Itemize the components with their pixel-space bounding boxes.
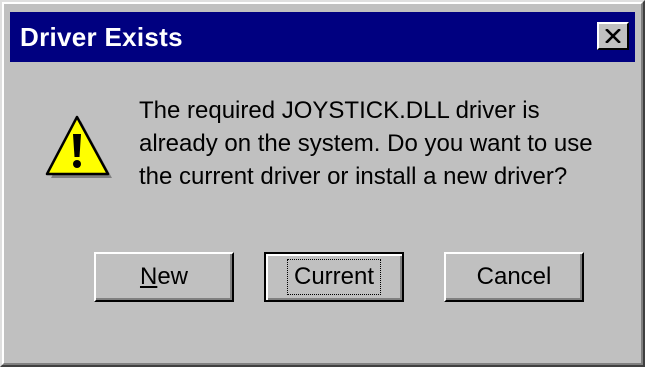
dialog-frame: Driver Exists The required JOYSTICK.DLL … [2, 2, 643, 365]
title-bar[interactable]: Driver Exists [10, 12, 635, 62]
warning-icon [44, 114, 114, 184]
new-label-rest: ew [157, 263, 189, 290]
dialog-title: Driver Exists [20, 22, 183, 52]
close-button[interactable] [597, 22, 629, 50]
new-button[interactable]: New [94, 252, 234, 302]
new-button-label: New [140, 255, 188, 299]
cancel-button-label: Cancel [476, 263, 552, 290]
current-button-label: Current [286, 259, 382, 295]
dialog-window: Driver Exists The required JOYSTICK.DLL … [0, 0, 645, 367]
close-icon [605, 29, 621, 43]
current-button[interactable]: Current [264, 252, 404, 302]
cancel-button[interactable]: Cancel [444, 252, 584, 302]
dialog-message: The required JOYSTICK.DLL driver is alre… [139, 97, 593, 190]
new-mnemonic: N [139, 263, 158, 290]
